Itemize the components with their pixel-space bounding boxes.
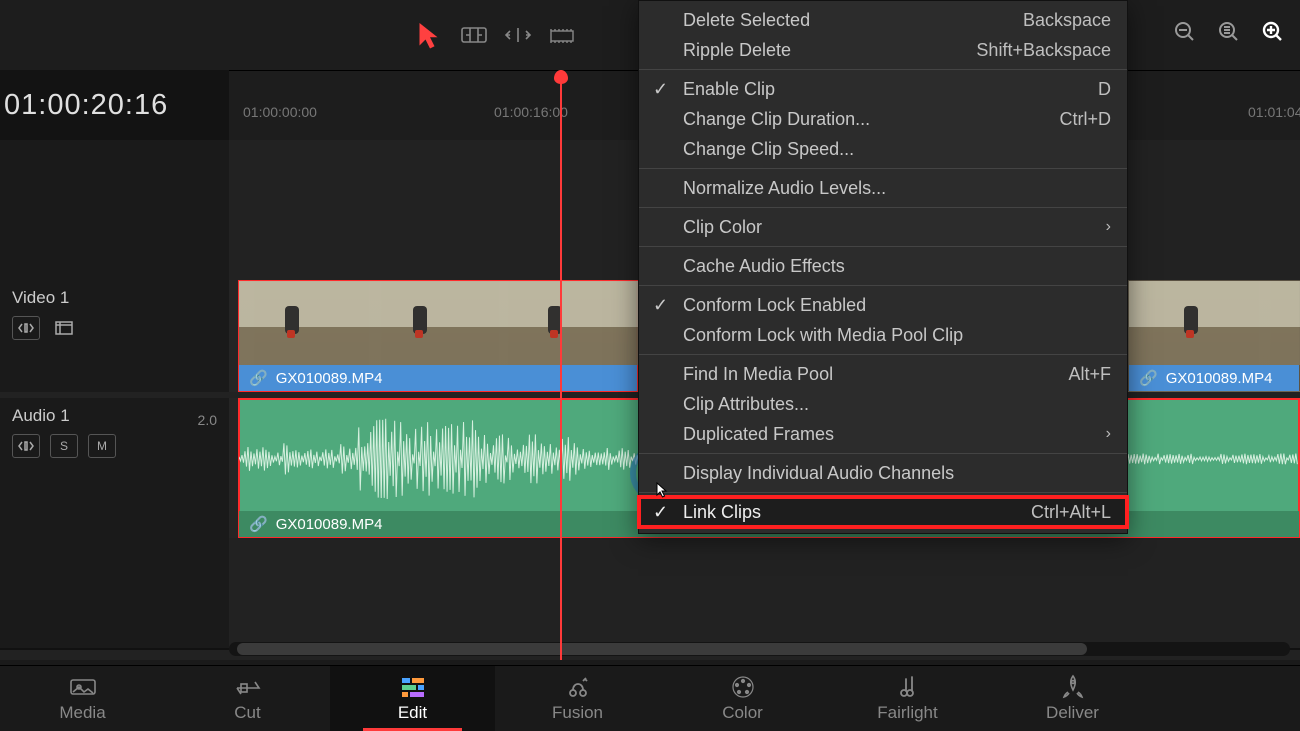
page-tab-label: Edit [398, 703, 427, 723]
fusion-icon [565, 675, 591, 699]
menu-item-label: Duplicated Frames [683, 424, 834, 445]
page-tab-label: Deliver [1046, 703, 1099, 723]
video-track-1-header[interactable]: Video 1 [0, 280, 229, 392]
clip-context-menu: Delete Selected Backspace Ripple Delete Shi… [638, 0, 1128, 534]
timecode-display[interactable]: 01:00:20:16 [0, 70, 229, 140]
menu-item-conform-lock-with-media-pool-clip[interactable]: Conform Lock with Media Pool Clip [639, 320, 1127, 350]
menu-item-change-clip-duration[interactable]: Change Clip Duration... Ctrl+D [639, 104, 1127, 134]
menu-item-label: Clip Attributes... [683, 394, 809, 415]
menu-item-shortcut: Shift+Backspace [952, 40, 1111, 61]
menu-item-clip-attributes[interactable]: Clip Attributes... [639, 389, 1127, 419]
menu-item-label: Link Clips [683, 502, 761, 523]
auto-select-toggle[interactable] [12, 316, 40, 340]
timecode-value: 01:00:20:16 [4, 89, 168, 122]
page-nav: Media Cut Edit Fusion Color Fairlight Deliver [0, 665, 1300, 731]
selection-tool-icon[interactable] [415, 20, 445, 50]
zoom-out-icon[interactable] [1173, 20, 1197, 44]
menu-item-enable-clip[interactable]: ✓ Enable Clip D [639, 74, 1127, 104]
solo-toggle[interactable]: S [50, 434, 78, 458]
menu-item-conform-lock-enabled[interactable]: ✓ Conform Lock Enabled [639, 290, 1127, 320]
page-tab-label: Color [722, 703, 763, 723]
video-clip-label: 🔗GX010089.MP4 [1129, 365, 1299, 391]
menu-item-shortcut: Backspace [999, 10, 1111, 31]
menu-item-label: Normalize Audio Levels... [683, 178, 886, 199]
chevron-right-icon: › [1106, 218, 1111, 236]
edit-icon [400, 675, 426, 699]
page-tab-fusion[interactable]: Fusion [495, 666, 660, 731]
link-icon: 🔗 [249, 369, 268, 387]
menu-item-duplicated-frames[interactable]: Duplicated Frames › [639, 419, 1127, 449]
menu-item-find-in-media-pool[interactable]: Find In Media Pool Alt+F [639, 359, 1127, 389]
blade-tool-icon[interactable] [547, 20, 577, 50]
video-clip-label: 🔗GX010089.MP4 [239, 365, 637, 391]
video-clip[interactable]: 🔗GX010089.MP4 [1128, 280, 1300, 392]
menu-item-label: Cache Audio Effects [683, 256, 845, 277]
link-icon: 🔗 [1139, 369, 1158, 387]
page-tab-label: Fusion [552, 703, 603, 723]
menu-item-label: Change Clip Duration... [683, 109, 870, 130]
page-tab-fairlight[interactable]: Fairlight [825, 666, 990, 731]
zoom-fit-icon[interactable] [1217, 20, 1241, 44]
color-icon [730, 675, 756, 699]
menu-item-ripple-delete[interactable]: Ripple Delete Shift+Backspace [639, 35, 1127, 65]
menu-item-link-clips[interactable]: ✓ Link Clips Ctrl+Alt+L [639, 497, 1127, 527]
menu-item-delete-selected[interactable]: Delete Selected Backspace [639, 5, 1127, 35]
cut-icon [233, 675, 263, 699]
menu-item-label: Conform Lock with Media Pool Clip [683, 325, 963, 346]
ruler-tick: 01:00:00:00 [243, 104, 317, 120]
menu-item-label: Clip Color [683, 217, 762, 238]
check-icon: ✓ [653, 79, 668, 100]
page-tab-label: Fairlight [877, 703, 937, 723]
menu-item-label: Change Clip Speed... [683, 139, 854, 160]
menu-item-label: Ripple Delete [683, 40, 791, 61]
audio-track-1-header[interactable]: Audio 1 2.0 S M [0, 398, 229, 538]
menu-item-normalize-audio-levels[interactable]: Normalize Audio Levels... [639, 173, 1127, 203]
trim-tool-icon[interactable] [459, 20, 489, 50]
menu-item-shortcut: Alt+F [1044, 364, 1111, 385]
page-tab-color[interactable]: Color [660, 666, 825, 731]
menu-item-label: Display Individual Audio Channels [683, 463, 954, 484]
check-icon: ✓ [653, 502, 668, 523]
page-tab-deliver[interactable]: Deliver [990, 666, 1155, 731]
timeline-h-scrollbar-thumb[interactable] [237, 643, 1087, 655]
audio-auto-select-toggle[interactable] [12, 434, 40, 458]
menu-item-display-individual-audio-channels[interactable]: Display Individual Audio Channels [639, 458, 1127, 488]
chevron-right-icon: › [1106, 425, 1111, 443]
menu-item-label: Find In Media Pool [683, 364, 833, 385]
timeline-h-scrollbar[interactable] [229, 642, 1290, 656]
ruler-tick: 01:00:16:00 [494, 104, 568, 120]
menu-item-shortcut: D [1074, 79, 1111, 100]
fairlight-icon [898, 675, 918, 699]
ruler-tick: 01:01:04 [1248, 104, 1300, 120]
video-clip[interactable]: 🔗GX010089.MP4 [238, 280, 638, 392]
cursor-icon [656, 482, 672, 503]
audio-channels: 2.0 [198, 412, 217, 428]
menu-item-clip-color[interactable]: Clip Color › [639, 212, 1127, 242]
media-icon [69, 675, 97, 699]
page-tab-label: Cut [234, 703, 260, 723]
menu-item-label: Enable Clip [683, 79, 775, 100]
page-tab-media[interactable]: Media [0, 666, 165, 731]
menu-item-label: Conform Lock Enabled [683, 295, 866, 316]
mute-toggle[interactable]: M [88, 434, 116, 458]
menu-item-cache-audio-effects[interactable]: Cache Audio Effects [639, 251, 1127, 281]
menu-item-shortcut: Ctrl+Alt+L [1007, 502, 1111, 523]
link-icon: 🔗 [249, 515, 268, 533]
page-tab-edit[interactable]: Edit [330, 666, 495, 731]
deliver-icon [1061, 675, 1085, 699]
menu-item-change-clip-speed[interactable]: Change Clip Speed... [639, 134, 1127, 164]
page-tab-label: Media [59, 703, 105, 723]
page-tab-cut[interactable]: Cut [165, 666, 330, 731]
audio-track-1-name: Audio 1 [12, 406, 70, 426]
check-icon: ✓ [653, 295, 668, 316]
video-track-1-name: Video 1 [12, 288, 217, 308]
menu-item-shortcut: Ctrl+D [1035, 109, 1111, 130]
menu-item-label: Delete Selected [683, 10, 810, 31]
zoom-in-icon[interactable] [1261, 20, 1285, 44]
dynamic-trim-tool-icon[interactable] [503, 20, 533, 50]
video-track-enable-toggle[interactable] [50, 316, 78, 340]
